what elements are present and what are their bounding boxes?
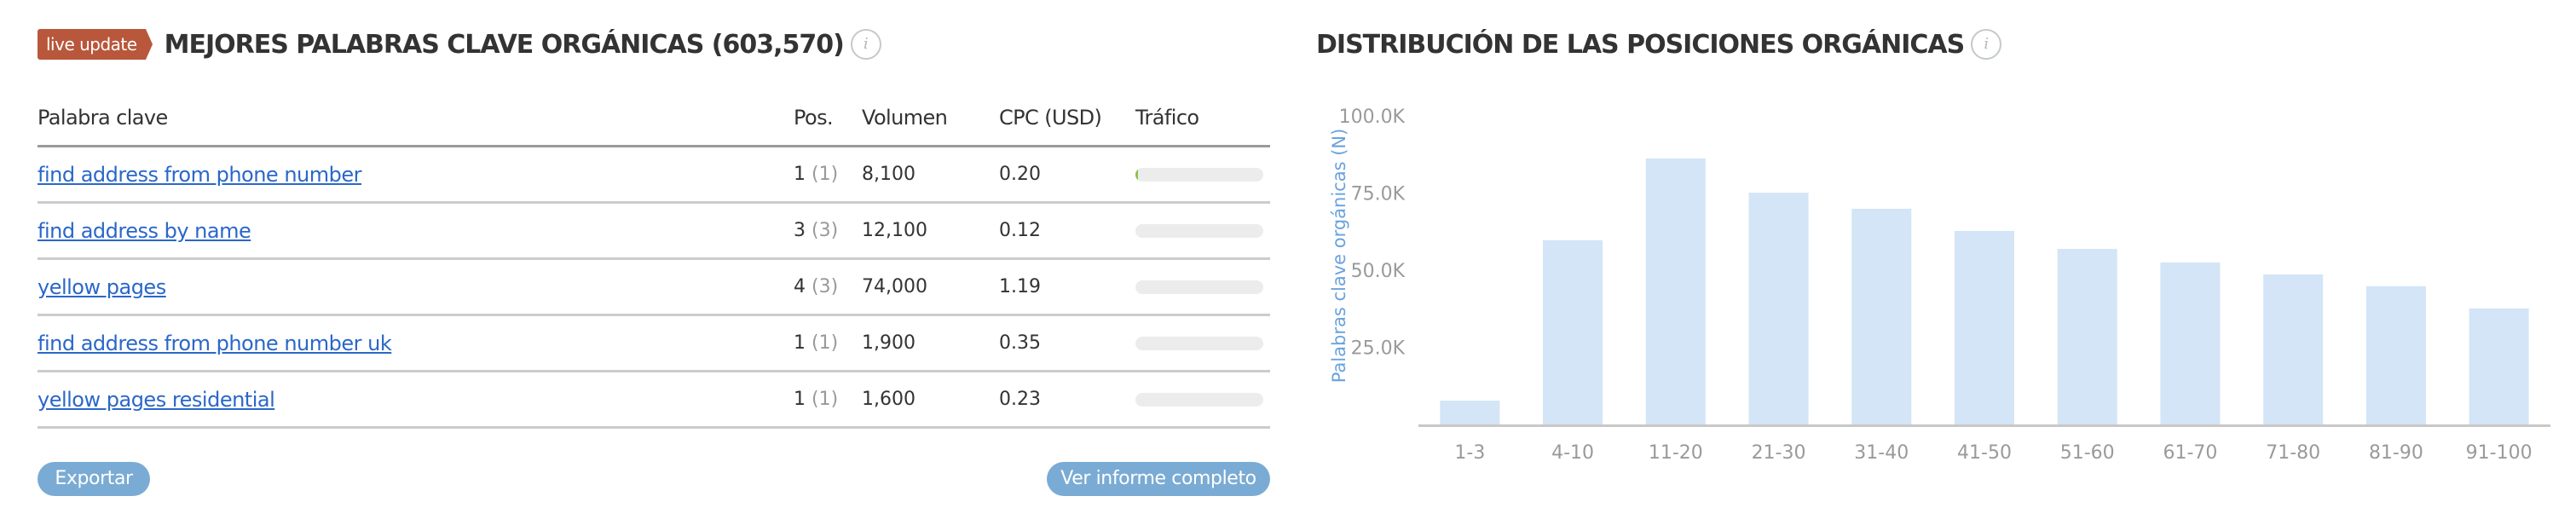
table-row: yellow pages 4 (3) 74,000 1.19 bbox=[38, 258, 1270, 316]
y-tick-label: 100.0K bbox=[1339, 107, 1406, 128]
keyword-link[interactable]: find address from phone number bbox=[38, 163, 362, 187]
x-tick-label: 51-60 bbox=[2060, 442, 2115, 464]
previous-position-value: (3) bbox=[811, 276, 839, 297]
cpc-cell: 0.20 bbox=[999, 146, 1135, 204]
position-cell: 1 (1) bbox=[794, 371, 862, 429]
x-tick-label: 21-30 bbox=[1752, 442, 1806, 464]
view-full-report-button[interactable]: Ver informe completo bbox=[1047, 462, 1270, 496]
previous-position-value: (1) bbox=[811, 389, 839, 410]
keyword-cell: find address by name bbox=[38, 202, 794, 260]
column-header-position[interactable]: Pos. bbox=[794, 90, 862, 147]
y-tick-label: 50.0K bbox=[1351, 261, 1406, 282]
keywords-title-row: live update MEJORES PALABRAS CLAVE ORGÁN… bbox=[38, 26, 881, 63]
column-header-volume[interactable]: Volumen bbox=[862, 90, 999, 147]
position-value: 1 bbox=[794, 332, 806, 354]
x-tick-label: 81-90 bbox=[2369, 442, 2423, 464]
position-cell: 3 (3) bbox=[794, 202, 862, 260]
table-row: find address from phone number uk 1 (1) 1,… bbox=[38, 314, 1270, 372]
bar-71-80[interactable] bbox=[2263, 274, 2324, 424]
keywords-panel-title: MEJORES PALABRAS CLAVE ORGÁNICAS (603,57… bbox=[164, 29, 845, 60]
x-axis: 1-3 4-10 11-20 21-30 31-40 41-50 51-60 61-70 71-… bbox=[1454, 442, 2532, 464]
volume-cell: 8,100 bbox=[862, 146, 999, 204]
position-cell: 1 (1) bbox=[794, 314, 862, 372]
live-update-badge: live update bbox=[38, 29, 153, 60]
position-value: 1 bbox=[794, 164, 806, 185]
traffic-cell bbox=[1135, 371, 1270, 429]
bar-41-50[interactable] bbox=[1954, 231, 2015, 424]
bar-11-20[interactable] bbox=[1645, 158, 1706, 424]
bar-81-90[interactable] bbox=[2365, 286, 2426, 424]
bar-4-10[interactable] bbox=[1543, 239, 1603, 424]
x-tick-label: 71-80 bbox=[2266, 442, 2320, 464]
x-tick-label: 61-70 bbox=[2163, 442, 2217, 464]
cpc-cell: 0.35 bbox=[999, 314, 1135, 372]
x-tick-label: 91-100 bbox=[2466, 442, 2533, 464]
organic-positions-distribution-panel: DISTRIBUCIÓN DE LAS POSICIONES ORGÁNICAS… bbox=[1316, 0, 2576, 522]
traffic-cell bbox=[1135, 202, 1270, 260]
x-tick-label: 31-40 bbox=[1854, 442, 1909, 464]
table-row: find address by name 3 (3) 12,100 0.12 bbox=[38, 202, 1270, 260]
x-tick-label: 4-10 bbox=[1551, 442, 1594, 464]
traffic-bar bbox=[1135, 392, 1263, 407]
table-row: yellow pages residential 1 (1) 1,600 0.23 bbox=[38, 371, 1270, 429]
volume-cell: 12,100 bbox=[862, 202, 999, 260]
keyword-link[interactable]: find address from phone number uk bbox=[38, 332, 392, 355]
cpc-cell: 0.23 bbox=[999, 371, 1135, 429]
keyword-cell: find address from phone number bbox=[38, 146, 794, 204]
traffic-bar bbox=[1135, 336, 1263, 350]
keyword-link[interactable]: yellow pages bbox=[38, 275, 166, 299]
x-tick-label: 41-50 bbox=[1957, 442, 2012, 464]
volume-cell: 74,000 bbox=[862, 258, 999, 316]
position-value: 1 bbox=[794, 389, 806, 410]
bar-61-70[interactable] bbox=[2160, 262, 2221, 424]
bars bbox=[1440, 158, 2529, 424]
cpc-cell: 0.12 bbox=[999, 202, 1135, 260]
keyword-cell: find address from phone number uk bbox=[38, 314, 794, 372]
bar-21-30[interactable] bbox=[1748, 193, 1809, 424]
export-button[interactable]: Exportar bbox=[38, 462, 150, 496]
traffic-bar-fill bbox=[1135, 167, 1138, 182]
volume-cell: 1,900 bbox=[862, 314, 999, 372]
position-value: 3 bbox=[794, 220, 806, 241]
position-cell: 4 (3) bbox=[794, 258, 862, 316]
position-cell: 1 (1) bbox=[794, 146, 862, 204]
column-header-traffic[interactable]: Tráfico bbox=[1135, 90, 1270, 147]
top-organic-keywords-panel: live update MEJORES PALABRAS CLAVE ORGÁN… bbox=[38, 0, 1270, 522]
previous-position-value: (3) bbox=[811, 220, 839, 241]
previous-position-value: (1) bbox=[811, 164, 839, 185]
traffic-cell bbox=[1135, 258, 1270, 316]
bar-91-100[interactable] bbox=[2469, 308, 2529, 424]
column-header-cpc[interactable]: CPC (USD) bbox=[999, 90, 1135, 147]
volume-cell: 1,600 bbox=[862, 371, 999, 429]
cpc-cell: 1.19 bbox=[999, 258, 1135, 316]
x-tick-label: 11-20 bbox=[1649, 442, 1703, 464]
previous-position-value: (1) bbox=[811, 332, 839, 354]
keyword-link[interactable]: yellow pages residential bbox=[38, 388, 275, 412]
table-header-row: Palabra clave Pos. Volumen CPC (USD) Trá… bbox=[38, 90, 1270, 147]
x-tick-label: 1-3 bbox=[1454, 442, 1485, 464]
positions-bar-chart: 25.0K 50.0K 75.0K 100.0K Palabras clave org… bbox=[1316, 0, 2576, 522]
traffic-bar bbox=[1135, 223, 1263, 238]
table-row: find address from phone number 1 (1) 8,100… bbox=[38, 146, 1270, 204]
bar-51-60[interactable] bbox=[2057, 249, 2117, 424]
traffic-cell bbox=[1135, 146, 1270, 204]
bar-1-3[interactable] bbox=[1440, 401, 1500, 424]
column-header-keyword[interactable]: Palabra clave bbox=[38, 90, 794, 147]
chart-svg: 25.0K 50.0K 75.0K 100.0K Palabras clave org… bbox=[1329, 107, 2550, 464]
y-tick-label: 75.0K bbox=[1351, 184, 1406, 205]
traffic-cell bbox=[1135, 314, 1270, 372]
keywords-table: Palabra clave Pos. Volumen CPC (USD) Trá… bbox=[38, 90, 1270, 429]
bar-31-40[interactable] bbox=[1851, 208, 1912, 424]
keyword-link[interactable]: find address by name bbox=[38, 219, 251, 243]
y-tick-label: 25.0K bbox=[1351, 338, 1406, 360]
traffic-bar bbox=[1135, 167, 1263, 182]
info-icon[interactable]: i bbox=[850, 29, 881, 60]
traffic-bar bbox=[1135, 280, 1263, 294]
position-value: 4 bbox=[794, 276, 806, 297]
keyword-cell: yellow pages bbox=[38, 258, 794, 316]
keyword-cell: yellow pages residential bbox=[38, 371, 794, 429]
y-axis-title: Palabras clave orgánicas (N) bbox=[1329, 129, 1349, 384]
